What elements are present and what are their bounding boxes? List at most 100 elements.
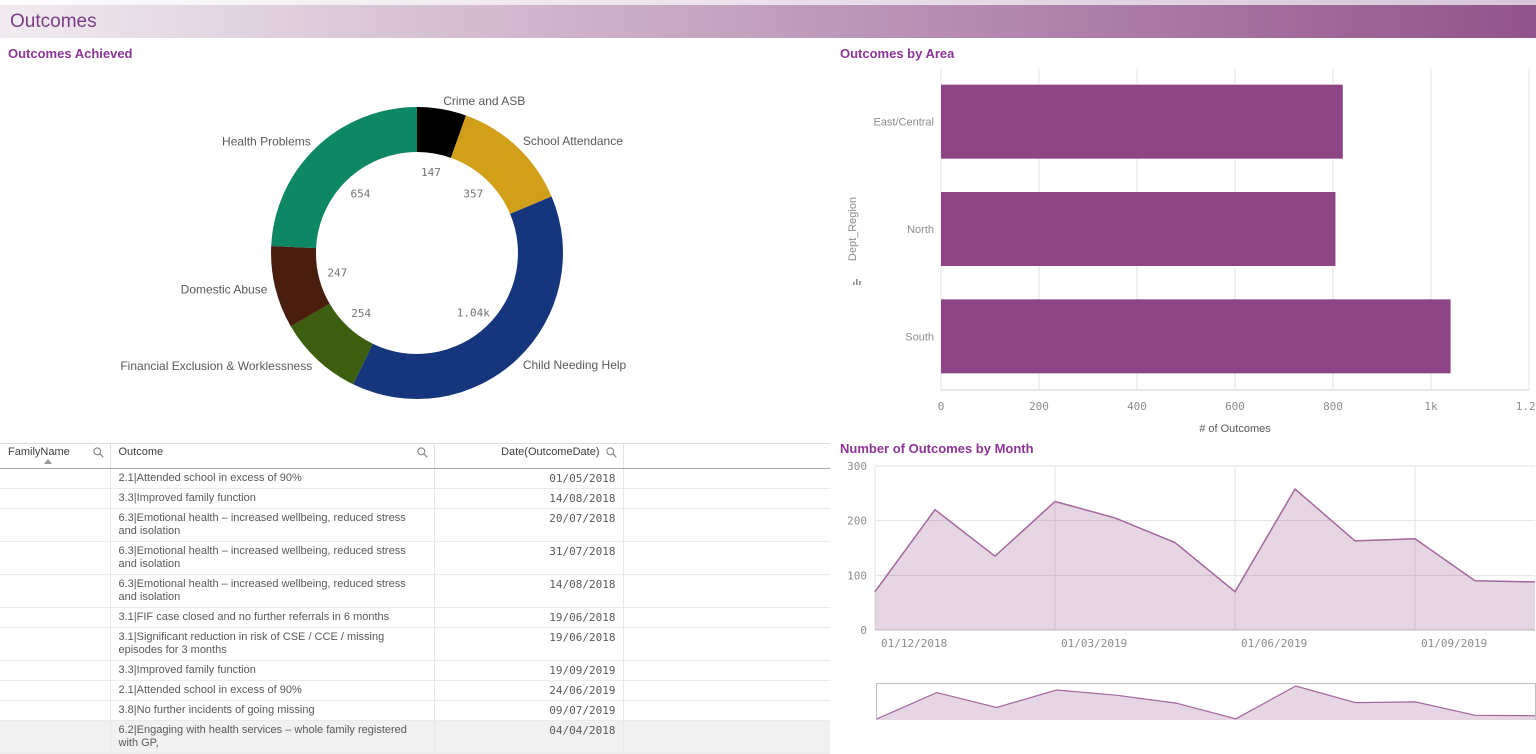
donut-value-label: 147 [421, 166, 441, 179]
navigator-chart[interactable] [836, 683, 1536, 720]
column-header-empty [623, 444, 830, 469]
cell-extra[interactable] [623, 469, 830, 489]
cell-family[interactable] [0, 628, 110, 661]
cell-date[interactable]: 04/04/2018 [434, 721, 623, 754]
cell-extra[interactable] [623, 608, 830, 628]
sort-ascending-icon [44, 459, 52, 464]
cell-date[interactable]: 31/07/2018 [434, 542, 623, 575]
x-tick-label: 01/03/2019 [1061, 637, 1127, 650]
search-icon[interactable] [417, 447, 428, 458]
cell-extra[interactable] [623, 681, 830, 701]
cell-outcome[interactable]: 3.1|FIF case closed and no further refer… [110, 608, 434, 628]
column-header-outcome[interactable]: Outcome [110, 444, 434, 469]
table-row[interactable]: 6.3|Emotional health – increased wellbei… [0, 542, 830, 575]
x-tick-label: 1k [1424, 400, 1438, 413]
column-label: Outcome [119, 446, 164, 458]
column-header-familyname[interactable]: FamilyName [0, 444, 110, 469]
table-row[interactable]: 3.1|FIF case closed and no further refer… [0, 608, 830, 628]
cell-family[interactable] [0, 721, 110, 754]
cell-date[interactable]: 14/08/2018 [434, 489, 623, 509]
cell-outcome[interactable]: 6.2|Engaging with health services – whol… [110, 721, 434, 754]
column-header-date[interactable]: Date(OutcomeDate) [434, 444, 623, 469]
donut-category-label: Crime and ASB [443, 94, 525, 108]
cell-date[interactable]: 09/07/2019 [434, 701, 623, 721]
cell-outcome[interactable]: 3.3|Improved family function [110, 661, 434, 681]
area-chart[interactable]: 010020030001/12/201801/03/201901/06/2019… [836, 460, 1536, 660]
y-tick-label: 300 [847, 460, 867, 473]
cell-family[interactable] [0, 575, 110, 608]
cell-outcome[interactable]: 6.3|Emotional health – increased wellbei… [110, 542, 434, 575]
cell-family[interactable] [0, 469, 110, 489]
cell-date[interactable]: 19/09/2019 [434, 661, 623, 681]
cell-extra[interactable] [623, 489, 830, 509]
cell-outcome[interactable]: 3.1|Significant reduction in risk of CSE… [110, 628, 434, 661]
donut-segment-health-problems[interactable] [271, 107, 417, 248]
cell-family[interactable] [0, 489, 110, 509]
cell-outcome[interactable]: 2.1|Attended school in excess of 90% [110, 681, 434, 701]
cell-outcome[interactable]: 3.8|No further incidents of going missin… [110, 701, 434, 721]
cell-family[interactable] [0, 701, 110, 721]
cell-date[interactable]: 24/06/2019 [434, 681, 623, 701]
cell-extra[interactable] [623, 509, 830, 542]
donut-category-label: Health Problems [222, 135, 311, 149]
search-icon[interactable] [93, 447, 104, 458]
cell-outcome[interactable]: 2.1|Attended school in excess of 90% [110, 469, 434, 489]
table-row[interactable]: 3.3|Improved family function19/09/2019 [0, 661, 830, 681]
donut-value-label: 357 [463, 187, 483, 200]
table-row[interactable]: 2.1|Attended school in excess of 90%01/0… [0, 469, 830, 489]
cell-outcome[interactable]: 6.3|Emotional health – increased wellbei… [110, 509, 434, 542]
x-tick-label: 01/06/2019 [1241, 637, 1307, 650]
donut-chart[interactable]: 147 Crime and ASB 357 School Attendance 1.04… [0, 62, 830, 436]
axis-sort-icon[interactable] [853, 279, 861, 285]
x-axis-title: # of Outcomes [1199, 423, 1271, 435]
cell-family[interactable] [0, 661, 110, 681]
cell-family[interactable] [0, 608, 110, 628]
y-category-label: East/Central [873, 117, 934, 129]
bar-south[interactable] [941, 299, 1451, 373]
donut-category-label: School Attendance [523, 134, 623, 148]
cell-outcome[interactable]: 3.3|Improved family function [110, 489, 434, 509]
table-header-row: FamilyName Outcome Date(OutcomeDate) [0, 444, 830, 469]
area-panel-title: Number of Outcomes by Month [840, 441, 1034, 456]
x-tick-label: 01/09/2019 [1421, 637, 1487, 650]
donut-category-label: Domestic Abuse [181, 282, 268, 296]
cell-date[interactable]: 01/05/2018 [434, 469, 623, 489]
search-icon[interactable] [606, 447, 617, 458]
y-axis-title: Dept_Region [847, 197, 859, 261]
donut-value-label: 1.04k [457, 307, 490, 320]
cell-date[interactable]: 14/08/2018 [434, 575, 623, 608]
cell-extra[interactable] [623, 701, 830, 721]
cell-outcome[interactable]: 6.3|Emotional health – increased wellbei… [110, 575, 434, 608]
table-row[interactable]: 3.3|Improved family function14/08/2018 [0, 489, 830, 509]
table-row[interactable]: 6.2|Engaging with health services – whol… [0, 721, 830, 754]
table-row[interactable]: 3.8|No further incidents of going missin… [0, 701, 830, 721]
table-row[interactable]: 2.1|Attended school in excess of 90%24/0… [0, 681, 830, 701]
donut-category-label: Child Needing Help [523, 358, 627, 372]
bar-north[interactable] [941, 192, 1335, 266]
bar-chart[interactable]: 02004006008001k1.2kEast/CentralNorthSout… [836, 58, 1536, 438]
cell-date[interactable]: 20/07/2018 [434, 509, 623, 542]
table-row[interactable]: 6.3|Emotional health – increased wellbei… [0, 575, 830, 608]
cell-extra[interactable] [623, 661, 830, 681]
x-tick-label: 800 [1323, 400, 1343, 413]
area-fill[interactable] [875, 489, 1535, 630]
cell-extra[interactable] [623, 575, 830, 608]
x-tick-label: 1.2k [1516, 400, 1536, 413]
table-row[interactable]: 6.3|Emotional health – increased wellbei… [0, 509, 830, 542]
cell-family[interactable] [0, 542, 110, 575]
cell-family[interactable] [0, 681, 110, 701]
table-row[interactable]: 3.1|Significant reduction in risk of CSE… [0, 628, 830, 661]
cell-extra[interactable] [623, 542, 830, 575]
y-tick-label: 100 [847, 569, 867, 582]
donut-category-label: Financial Exclusion & Worklessness [120, 359, 312, 373]
column-label: Date(OutcomeDate) [501, 446, 599, 458]
bar-east-central[interactable] [941, 85, 1343, 159]
donut-value-label: 654 [350, 188, 370, 201]
x-tick-label: 200 [1029, 400, 1049, 413]
cell-extra[interactable] [623, 721, 830, 754]
x-tick-label: 01/12/2018 [881, 637, 947, 650]
cell-extra[interactable] [623, 628, 830, 661]
cell-date[interactable]: 19/06/2018 [434, 608, 623, 628]
cell-date[interactable]: 19/06/2018 [434, 628, 623, 661]
cell-family[interactable] [0, 509, 110, 542]
